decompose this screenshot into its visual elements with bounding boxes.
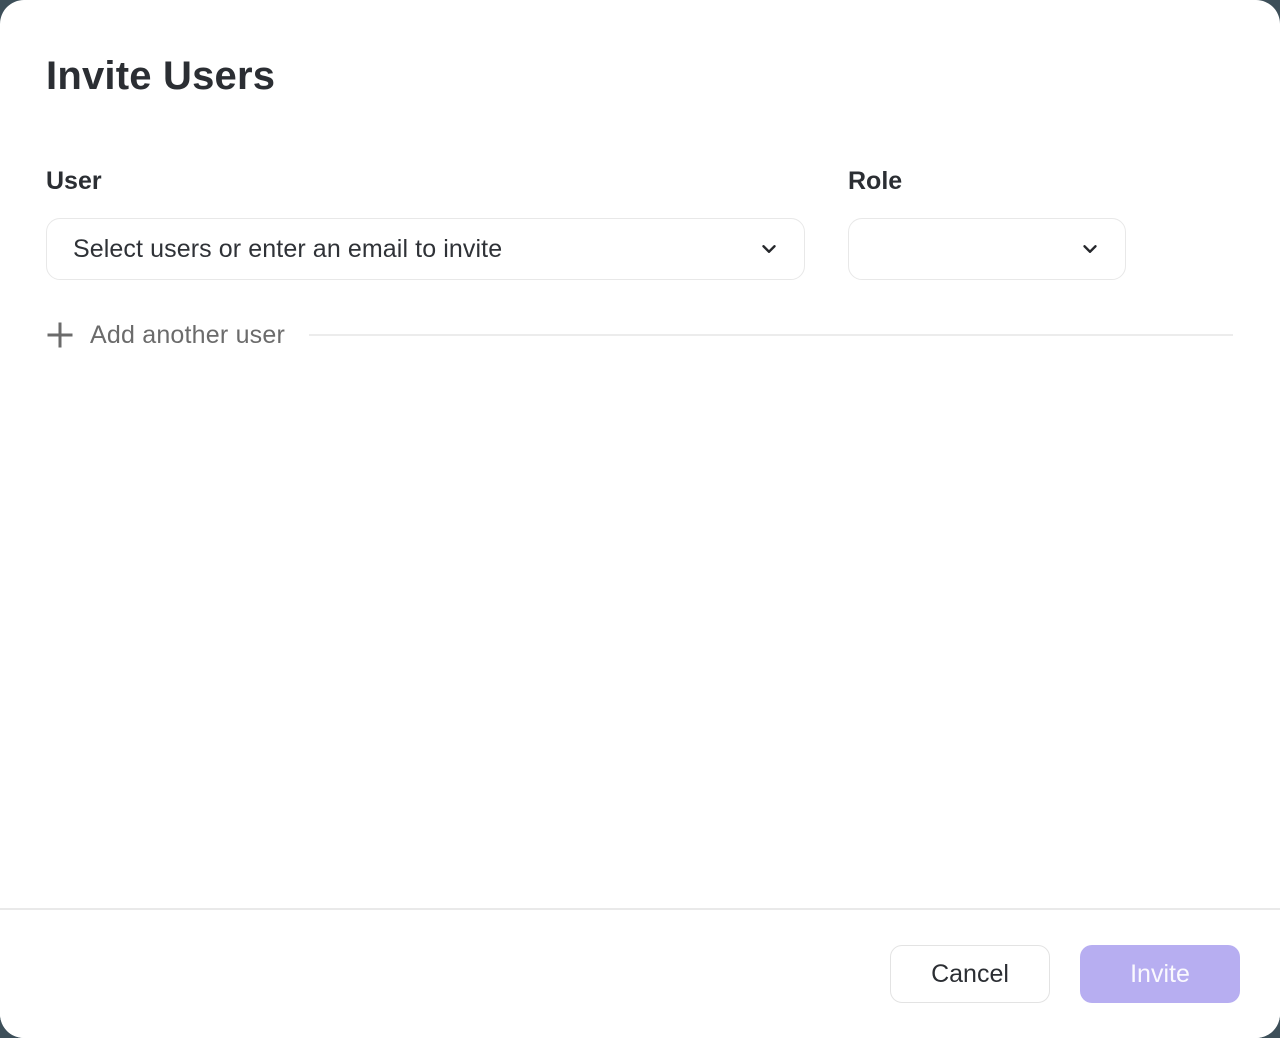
add-another-user-row: Add another user <box>46 317 1233 353</box>
add-another-user-button[interactable]: Add another user <box>90 317 285 353</box>
dialog-footer: Cancel Invite <box>0 908 1280 1038</box>
cancel-button[interactable]: Cancel <box>890 945 1050 1003</box>
dialog-title: Invite Users <box>46 52 1233 100</box>
plus-icon[interactable] <box>46 321 74 349</box>
user-field-label: User <box>46 166 805 196</box>
role-field-label: Role <box>848 166 1126 196</box>
user-field-group: User Select users or enter an email to i… <box>46 166 805 280</box>
user-select[interactable]: Select users or enter an email to invite <box>46 218 805 280</box>
role-select[interactable] <box>848 218 1126 280</box>
chevron-down-icon <box>758 238 780 260</box>
invite-button[interactable]: Invite <box>1080 945 1240 1003</box>
add-row-divider <box>309 334 1233 336</box>
role-field-group: Role <box>848 166 1126 280</box>
user-select-placeholder: Select users or enter an email to invite <box>73 234 758 264</box>
invite-users-dialog: Invite Users User Select users or enter … <box>0 0 1280 1038</box>
dialog-body: Invite Users User Select users or enter … <box>0 0 1280 908</box>
chevron-down-icon <box>1079 238 1101 260</box>
user-role-form-row: User Select users or enter an email to i… <box>46 166 1233 280</box>
